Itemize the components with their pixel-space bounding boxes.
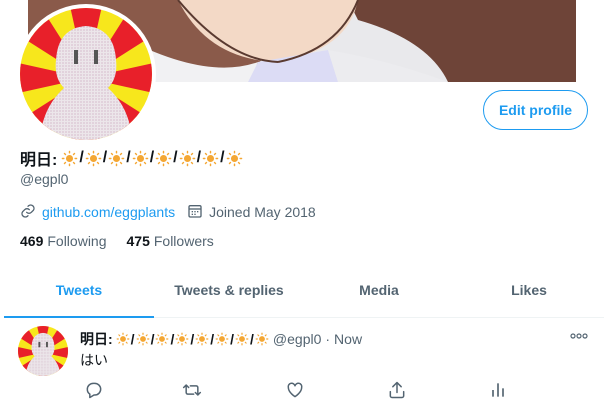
- name-separator: /: [210, 331, 215, 347]
- followers-count: 475: [126, 233, 150, 249]
- profile-meta: github.com/eggplants Joined May 2018: [20, 202, 316, 222]
- name-separator: /: [196, 149, 202, 166]
- sun-icon: [235, 332, 249, 346]
- sun-icon: [202, 150, 219, 167]
- name-separator: /: [126, 149, 131, 166]
- name-separator: /: [130, 331, 135, 347]
- calendar-icon: [187, 203, 203, 222]
- tweet-author-suns: / / / / / / /: [116, 331, 269, 347]
- profile-display-name: 明日: / / / / / / /: [20, 147, 243, 169]
- name-separator: /: [102, 149, 108, 166]
- name-separator: /: [250, 331, 254, 347]
- sun-icon: [136, 332, 150, 346]
- following-label: Following: [47, 233, 107, 249]
- share-icon[interactable]: [387, 380, 407, 400]
- tweet-author-name[interactable]: 明日: / / / / / / /: [80, 329, 269, 349]
- sun-icon: [155, 332, 169, 346]
- tweet-item[interactable]: 明日: / / / / / / / @egpl0 · Now はい: [4, 318, 604, 407]
- following-count: 469: [20, 233, 44, 249]
- tweet-avatar[interactable]: [18, 326, 68, 376]
- sun-icon: [155, 150, 172, 167]
- sun-icon: [255, 332, 269, 346]
- followers-label: Followers: [153, 233, 214, 249]
- sun-icon: [108, 150, 125, 167]
- sun-icon: [179, 150, 196, 167]
- sun-icon: [61, 150, 78, 167]
- profile-tabs: Tweets Tweets & replies Media Likes: [4, 263, 604, 318]
- tab-tweets[interactable]: Tweets: [4, 263, 154, 318]
- analytics-icon[interactable]: [488, 380, 508, 400]
- profile-handle: @egpl0: [20, 171, 69, 187]
- tab-media[interactable]: Media: [304, 263, 454, 317]
- name-separator: /: [79, 149, 84, 166]
- tweet-author-handle[interactable]: @egpl0: [273, 331, 321, 347]
- sun-icon: [226, 150, 243, 167]
- profile-website-link[interactable]: github.com/eggplants: [42, 204, 175, 220]
- tweet-actions: [80, 380, 520, 400]
- name-separator: /: [150, 331, 155, 347]
- tab-likes[interactable]: Likes: [454, 263, 604, 317]
- like-icon[interactable]: [285, 380, 305, 400]
- profile-follow-stats: 469 Following 475 Followers: [20, 231, 214, 251]
- profile-avatar[interactable]: [16, 4, 156, 144]
- following-link[interactable]: 469 Following: [20, 233, 107, 249]
- tweet-header: 明日: / / / / / / / @egpl0 · Now: [80, 330, 362, 348]
- followers-link[interactable]: 475 Followers: [127, 233, 214, 249]
- reply-icon[interactable]: [84, 380, 104, 400]
- tweet-separator: ·: [325, 331, 331, 347]
- sun-icon: [215, 332, 229, 346]
- sun-icon: [85, 150, 102, 167]
- name-separator: /: [173, 149, 178, 166]
- sun-icon: [132, 150, 149, 167]
- name-separator: /: [149, 149, 155, 166]
- edit-profile-button[interactable]: Edit profile: [483, 90, 588, 130]
- name-separator: /: [170, 331, 175, 347]
- tab-tweets-and-replies[interactable]: Tweets & replies: [154, 263, 304, 317]
- name-separator: /: [230, 331, 235, 347]
- sun-icon: [116, 332, 130, 346]
- sun-icon: [195, 332, 209, 346]
- tweet-author-prefix: 明日:: [80, 331, 113, 347]
- name-separator: /: [220, 149, 225, 166]
- retweet-icon[interactable]: [182, 380, 202, 400]
- sun-icon: [175, 332, 189, 346]
- more-icon[interactable]: [570, 328, 588, 344]
- tweet-timestamp[interactable]: Now: [334, 331, 362, 347]
- profile-joined-date: Joined May 2018: [209, 204, 316, 220]
- tweet-text: はい: [80, 352, 108, 368]
- display-name-suns: / / / / / / /: [61, 149, 242, 167]
- link-icon: [20, 203, 36, 222]
- display-name-prefix: 明日:: [20, 152, 58, 169]
- name-separator: /: [190, 331, 195, 347]
